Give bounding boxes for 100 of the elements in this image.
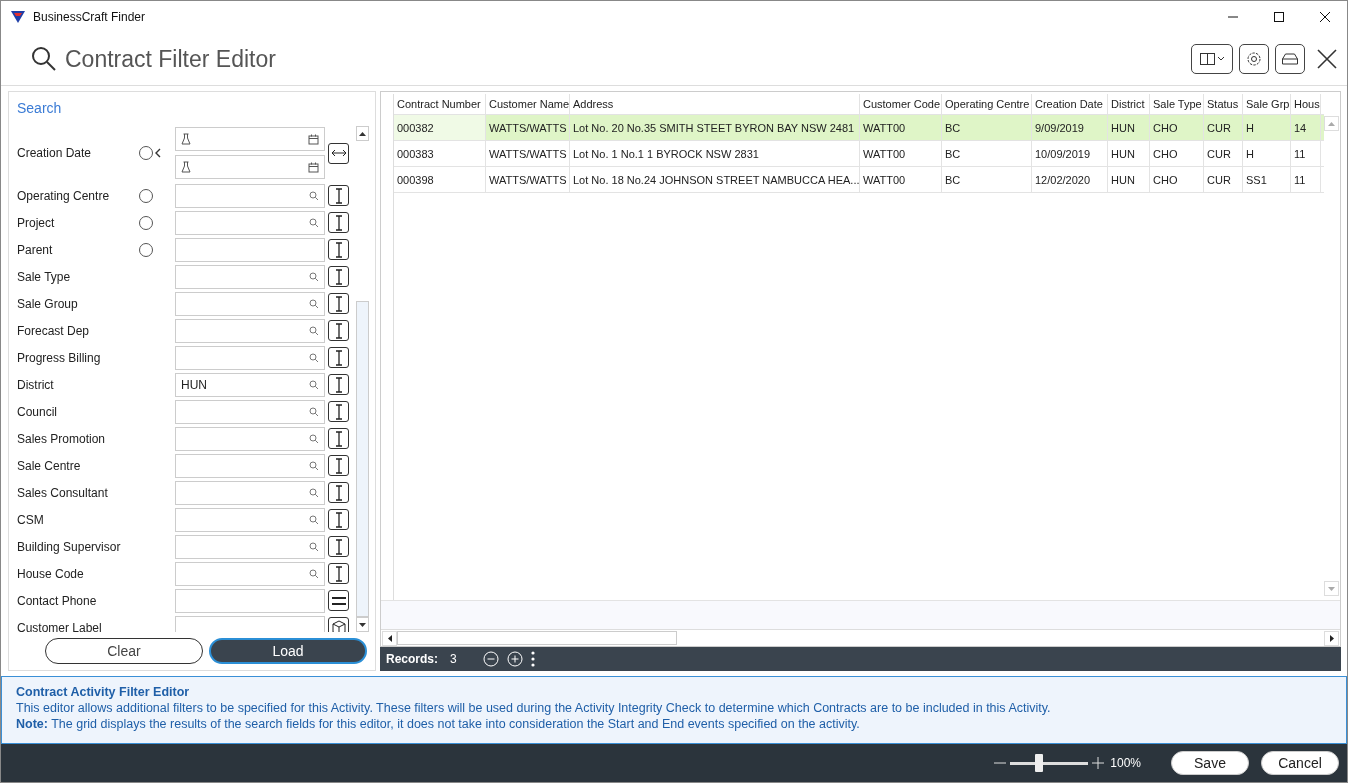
cube-icon	[330, 619, 347, 632]
table-cell: HUN	[1108, 115, 1150, 140]
search-icon[interactable]	[309, 271, 319, 282]
text-cursor-icon	[334, 511, 343, 528]
operator-button[interactable]	[328, 482, 349, 503]
lookup-field[interactable]	[175, 561, 325, 586]
load-button[interactable]: Load	[209, 638, 367, 664]
table-cell: CUR	[1204, 115, 1243, 140]
info-text: This editor allows additional filters to be specified for this Activity. These filters will be used during the Activity Integrity Check to determine which Contracts are to be included in this Activity.	[16, 701, 1052, 715]
search-icon[interactable]	[309, 433, 319, 444]
operator-button[interactable]	[328, 347, 349, 368]
search-icon[interactable]	[309, 406, 319, 417]
field-label: Customer Label	[17, 620, 103, 632]
search-icon[interactable]	[309, 541, 319, 552]
search-icon[interactable]	[309, 568, 319, 579]
text-cursor-icon	[334, 349, 343, 366]
close-icon[interactable]	[1317, 49, 1337, 69]
operator-button[interactable]	[328, 590, 349, 611]
search-icon[interactable]	[309, 514, 319, 525]
search-icon[interactable]	[309, 325, 319, 336]
cancel-button[interactable]: Cancel	[1261, 751, 1339, 775]
drive-button[interactable]	[1275, 44, 1305, 74]
table-cell: BC	[942, 167, 1032, 192]
save-button[interactable]: Save	[1171, 751, 1249, 775]
search-icon[interactable]	[309, 190, 319, 201]
scrollbar[interactable]	[381, 629, 1340, 646]
table-cell: WATT00	[860, 115, 942, 140]
lookup-field[interactable]	[175, 480, 325, 505]
zoom-in-icon[interactable]	[1092, 757, 1105, 769]
table-cell: WATTS/WATTS	[486, 167, 570, 192]
lookup-field[interactable]	[175, 399, 325, 424]
lookup-field[interactable]	[175, 507, 325, 532]
operator-button[interactable]	[328, 212, 349, 233]
records-count: 3	[450, 652, 457, 666]
operator-button[interactable]	[328, 563, 349, 584]
settings-button[interactable]	[1239, 44, 1269, 74]
lookup-field[interactable]: HUN	[175, 372, 325, 397]
slider-thumb[interactable]	[1035, 754, 1044, 772]
scroll-left-icon[interactable]	[387, 634, 392, 642]
search-icon[interactable]	[309, 217, 319, 228]
table-row[interactable]: 000398 WATTS/WATTS Lot No. 18 No.24 JOHNSON STREET NAMBUCCA HEA... WATT00 BC 12/02/2020 HUN CHO CUR SS1 11	[394, 166, 1324, 193]
scroll-right-icon[interactable]	[1329, 634, 1334, 642]
scroll-down-icon[interactable]	[359, 622, 366, 627]
field-label: Contact Phone	[17, 593, 98, 608]
close-icon[interactable]	[1319, 11, 1331, 23]
table-row[interactable]: 000382 WATTS/WATTS Lot No. 20 No.35 SMITH STEET BYRON BAY NSW 2481 WATT00 BC 9/09/2019 HUN CHO CUR H 14	[394, 114, 1324, 140]
text-cursor-icon	[334, 403, 343, 420]
search-icon	[31, 46, 57, 72]
operator-button[interactable]	[328, 239, 349, 260]
scroll-up-icon[interactable]	[359, 131, 366, 136]
calendar-icon[interactable]	[308, 161, 319, 173]
chevron-left-icon[interactable]	[155, 148, 161, 158]
field-label: Operating Centre	[17, 188, 111, 203]
text-cursor-icon	[334, 241, 343, 258]
input-field[interactable]	[175, 237, 325, 262]
search-icon[interactable]	[309, 352, 319, 363]
lookup-field[interactable]	[175, 183, 325, 208]
minus-circle-icon[interactable]	[482, 651, 499, 667]
field-label: Sale Type	[17, 269, 72, 284]
search-icon[interactable]	[309, 379, 319, 390]
lookup-field[interactable]	[175, 210, 325, 235]
table-cell: 10/09/2019	[1032, 141, 1108, 166]
lookup-field[interactable]	[175, 426, 325, 451]
text-cursor-icon	[334, 430, 343, 447]
layout-dropdown-button[interactable]	[1191, 44, 1233, 74]
operator-button[interactable]	[328, 293, 349, 314]
lookup-field[interactable]	[175, 318, 325, 343]
operator-button[interactable]	[328, 509, 349, 530]
operator-button[interactable]	[328, 320, 349, 341]
calendar-icon[interactable]	[308, 133, 319, 145]
date-field[interactable]	[175, 127, 325, 151]
operator-button[interactable]	[328, 455, 349, 476]
search-icon[interactable]	[309, 460, 319, 471]
lookup-field[interactable]	[175, 264, 325, 289]
table-cell: WATTS/WATTS	[486, 141, 570, 166]
text-cursor-icon	[334, 457, 343, 474]
search-icon[interactable]	[309, 298, 319, 309]
scrollbar[interactable]	[356, 126, 369, 632]
operator-button[interactable]	[328, 401, 349, 422]
operator-button[interactable]	[328, 266, 349, 287]
date-field[interactable]	[175, 155, 325, 179]
operator-button[interactable]	[328, 185, 349, 206]
operator-button[interactable]	[328, 536, 349, 557]
plus-circle-icon[interactable]	[506, 651, 523, 667]
operator-button[interactable]	[328, 617, 349, 632]
operator-button[interactable]	[328, 374, 349, 395]
operator-button[interactable]	[328, 142, 349, 164]
clear-button[interactable]: Clear	[45, 638, 203, 664]
more-icon[interactable]	[530, 651, 535, 667]
maximize-icon[interactable]	[1273, 11, 1285, 23]
table-row[interactable]: 000383 WATTS/WATTS Lot No. 1 No.1 1 BYROCK NSW 2831 WATT00 BC 10/09/2019 HUN CHO CUR H 11	[394, 140, 1324, 166]
table-cell: CUR	[1204, 141, 1243, 166]
table-cell: 9/09/2019	[1032, 115, 1108, 140]
operator-button[interactable]	[328, 428, 349, 449]
search-icon[interactable]	[309, 487, 319, 498]
lookup-field[interactable]	[175, 534, 325, 559]
lookup-field[interactable]	[175, 453, 325, 478]
lookup-field[interactable]	[175, 345, 325, 370]
input-field[interactable]	[175, 588, 325, 613]
lookup-field[interactable]	[175, 291, 325, 316]
